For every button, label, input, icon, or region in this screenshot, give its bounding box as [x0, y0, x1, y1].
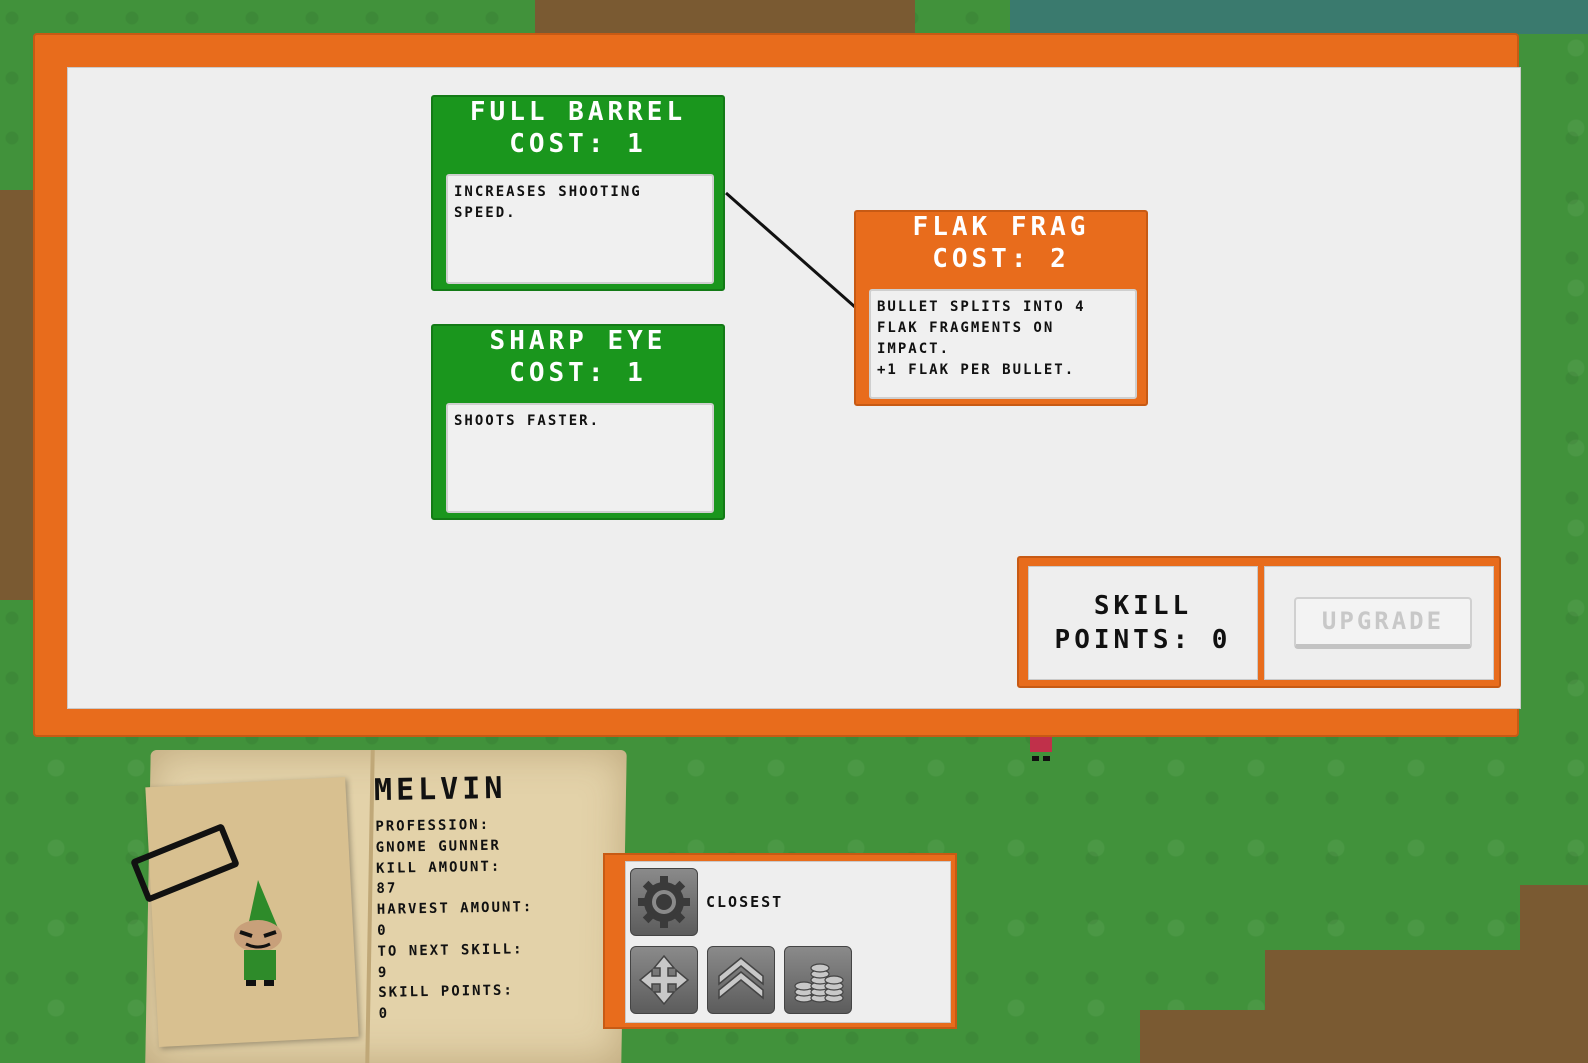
- targeting-settings-button[interactable]: [630, 868, 698, 936]
- dirt-patch: [1265, 950, 1588, 1010]
- sell-tower-button[interactable]: [784, 946, 852, 1014]
- skill-cost: COST: 1: [509, 358, 647, 388]
- skill-description: BULLET SPLITS INTO 4 FLAK FRAGMENTS ON I…: [869, 289, 1137, 399]
- skill-description: SHOOTS FASTER.: [446, 403, 714, 513]
- dirt-patch: [535, 0, 915, 34]
- skill-points-panel: SKILL POINTS: 0 UPGRADE: [1017, 556, 1501, 688]
- npc-character: [1030, 734, 1052, 761]
- upgrade-button[interactable]: UPGRADE: [1294, 597, 1472, 649]
- skill-node-flak-frag[interactable]: FLAK FRAG COST: 2 BULLET SPLITS INTO 4 F…: [854, 210, 1148, 406]
- coins-icon: [794, 963, 844, 1003]
- dirt-patch: [1140, 1010, 1588, 1063]
- upgrade-container: UPGRADE: [1264, 566, 1494, 680]
- skill-node-sharp-eye[interactable]: SHARP EYE COST: 1 SHOOTS FASTER.: [431, 324, 725, 520]
- skill-points-display: SKILL POINTS: 0: [1028, 566, 1258, 680]
- dirt-patch: [1520, 885, 1588, 950]
- upgrade-chevron-icon: [718, 957, 764, 1000]
- skill-title: SHARP EYE: [489, 326, 667, 356]
- skill-cost: COST: 1: [509, 129, 647, 159]
- skill-points-label: SKILL POINTS: 0: [1054, 591, 1232, 655]
- skill-node-full-barrel[interactable]: FULL BARREL COST: 1 INCREASES SHOOTING S…: [431, 95, 725, 291]
- move-icon: [638, 954, 690, 1006]
- move-tower-button[interactable]: [630, 946, 698, 1014]
- water-area: [1010, 0, 1588, 34]
- character-stats: PROFESSION: GNOME GUNNER KILL AMOUNT: 87…: [375, 813, 589, 1025]
- gnome-portrait-icon: [234, 880, 282, 986]
- gear-icon: [638, 876, 690, 928]
- character-name: MELVIN: [373, 770, 507, 809]
- upgrade-tower-button[interactable]: [707, 946, 775, 1014]
- skill-cost: COST: 2: [932, 244, 1070, 274]
- targeting-mode-label[interactable]: CLOSEST: [706, 893, 783, 911]
- skill-title: FLAK FRAG: [912, 212, 1090, 242]
- skill-title: FULL BARREL: [469, 97, 687, 127]
- stat-value-skill-points: 0: [378, 1005, 390, 1022]
- skill-description: INCREASES SHOOTING SPEED.: [446, 174, 714, 284]
- dirt-patch: [0, 190, 33, 600]
